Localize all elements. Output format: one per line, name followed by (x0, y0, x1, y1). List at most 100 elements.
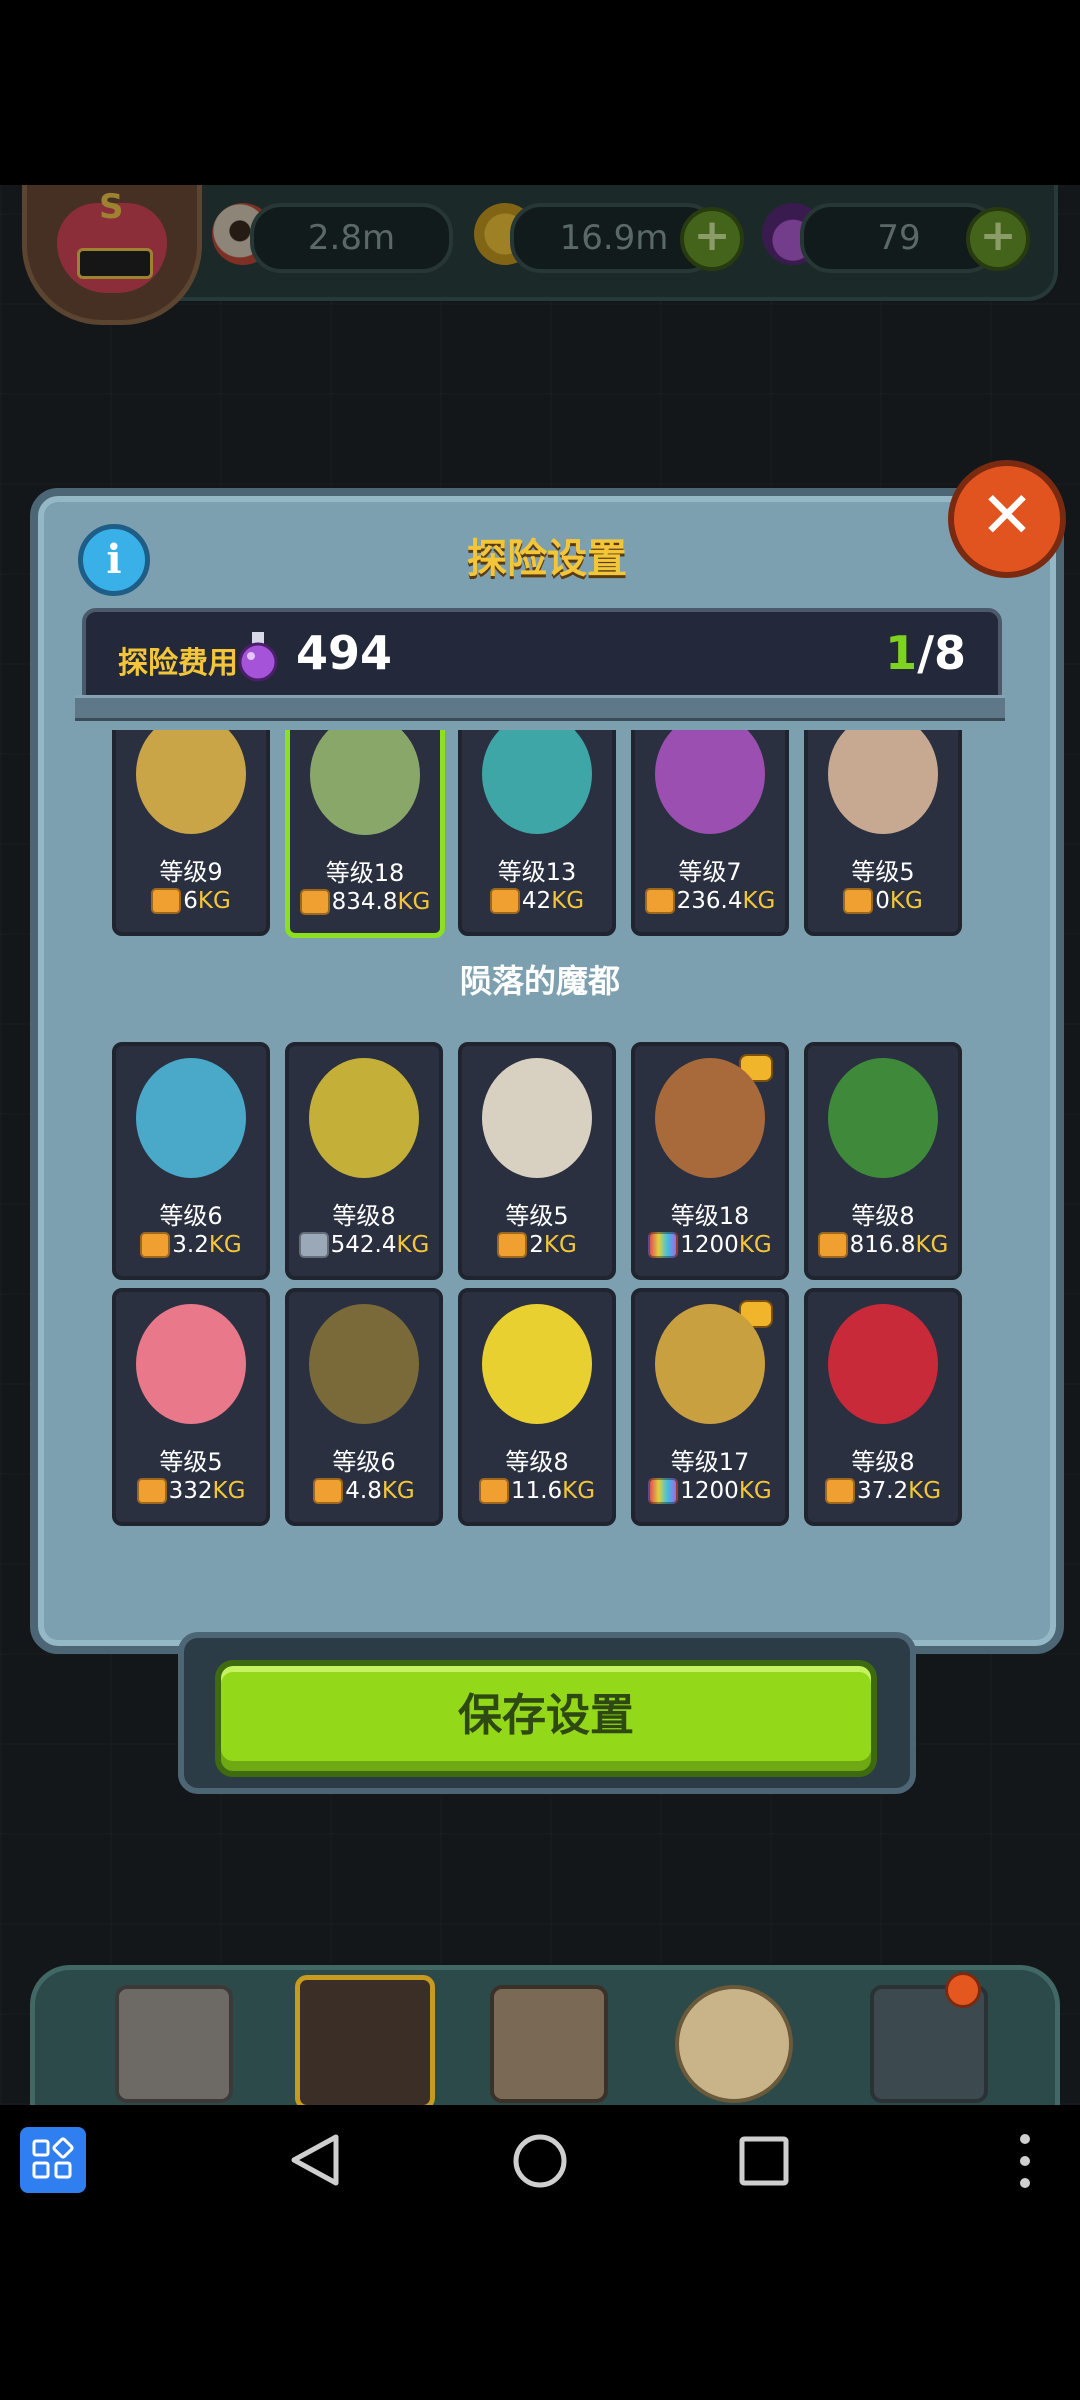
apps-icon[interactable] (20, 2127, 86, 2193)
monster-level: 等级5 (159, 1448, 223, 1476)
weight-value: 4.8 (345, 1478, 382, 1504)
monster-weight: 0KG (808, 888, 958, 914)
monster-card[interactable]: 等级17 1200KG (631, 1288, 789, 1526)
monster-portrait (482, 1304, 592, 1424)
monster-level: 等级18 (670, 1202, 750, 1230)
weight-value: 236.4 (676, 888, 743, 914)
weight-bag-icon (817, 1232, 848, 1258)
save-settings-button[interactable]: 保存设置 (215, 1660, 877, 1777)
monster-weight: 42KG (462, 888, 612, 914)
monster-portrait (655, 730, 765, 834)
monster-card[interactable]: 等级8 542.4KG (285, 1042, 443, 1280)
monster-portrait (655, 1304, 765, 1424)
monster-weight: 3.2KG (116, 1232, 266, 1258)
monster-portrait (136, 1304, 246, 1424)
weight-bag-icon (644, 888, 675, 914)
weight-unit: KG (381, 1478, 415, 1504)
monster-card[interactable]: 等级8 11.6KG (458, 1288, 616, 1526)
weight-bag-icon (151, 888, 182, 914)
weight-unit: KG (197, 888, 231, 914)
weight-value: 0 (875, 888, 890, 914)
recents-icon[interactable] (738, 2135, 790, 2187)
monster-level: 等级8 (851, 1202, 915, 1230)
weight-value: 542.4 (330, 1232, 397, 1258)
monster-weight: 332KG (116, 1478, 266, 1504)
monster-level: 等级7 (678, 858, 742, 886)
monster-card[interactable]: 等级5 0KG (804, 730, 962, 936)
weight-value: 816.8 (849, 1232, 916, 1258)
weight-unit: KG (562, 1478, 596, 1504)
monster-card[interactable]: 等级7 236.4KG (631, 730, 789, 936)
monster-card[interactable]: 等级6 3.2KG (112, 1042, 270, 1280)
weight-bag-icon (648, 1232, 679, 1258)
slots-total: /8 (917, 626, 966, 680)
weight-bag-icon (313, 1478, 344, 1504)
monster-card-selected[interactable]: 等级18 834.8KG (285, 730, 445, 938)
weight-bag-icon (478, 1478, 509, 1504)
dialog-title: 探险设置 (467, 536, 627, 582)
section-title: 陨落的魔都 (459, 962, 620, 1000)
monster-level: 等级17 (670, 1448, 750, 1476)
monster-weight: 542.4KG (289, 1232, 439, 1258)
monster-level: 等级5 (851, 858, 915, 886)
loot-bag-icon[interactable] (675, 1985, 793, 2103)
weight-bag-icon (299, 889, 330, 915)
monster-weight: 11.6KG (462, 1478, 612, 1504)
weight-unit: KG (397, 889, 431, 915)
book-icon[interactable] (490, 1985, 608, 2103)
monster-weight: 1200KG (635, 1478, 785, 1504)
weight-unit: KG (889, 888, 923, 914)
weight-value: 2 (529, 1232, 544, 1258)
monster-weight: 1200KG (635, 1232, 785, 1258)
monster-weight: 6KG (116, 888, 266, 914)
weight-unit: KG (208, 1232, 242, 1258)
more-icon[interactable] (1012, 2131, 1038, 2191)
monster-weight: 236.4KG (635, 888, 785, 914)
monster-level: 等级18 (325, 859, 405, 887)
expedition-cost-bar: 探险费用 494 1/8 (82, 608, 1002, 708)
monster-portrait (310, 730, 420, 835)
monster-portrait (136, 730, 246, 834)
weight-bag-icon (489, 888, 520, 914)
back-icon[interactable] (288, 2133, 342, 2187)
slot-count: 1/8 (885, 626, 966, 680)
cost-value: 494 (296, 626, 393, 680)
monster-card[interactable]: 等级5 2KG (458, 1042, 616, 1280)
monster-level: 等级5 (505, 1202, 569, 1230)
weight-unit: KG (742, 888, 776, 914)
weight-value: 42 (521, 888, 552, 914)
monster-portrait (309, 1058, 419, 1178)
weight-unit: KG (908, 1478, 942, 1504)
shop-icon[interactable] (115, 1985, 233, 2103)
monster-card[interactable]: 等级6 4.8KG (285, 1288, 443, 1526)
potion-icon (238, 632, 278, 682)
monster-level: 等级9 (159, 858, 223, 886)
monster-portrait (828, 1304, 938, 1424)
monster-weight: 2KG (462, 1232, 612, 1258)
monster-card[interactable]: 等级8 37.2KG (804, 1288, 962, 1526)
monster-list[interactable]: 等级9 6KG 等级18 834.8KG 等级13 42KG 等级7 236.4… (90, 730, 990, 1600)
weight-value: 332 (168, 1478, 213, 1504)
dungeon-icon[interactable] (295, 1975, 435, 2110)
weight-value: 1200 (680, 1232, 739, 1258)
monster-level: 等级6 (332, 1448, 396, 1476)
monster-card[interactable]: 等级18 1200KG (631, 1042, 789, 1280)
monster-portrait (482, 1058, 592, 1178)
home-icon[interactable] (512, 2133, 568, 2189)
monster-portrait (828, 1058, 938, 1178)
weight-value: 834.8 (331, 889, 398, 915)
monster-level: 等级8 (332, 1202, 396, 1230)
close-icon[interactable]: ✕ (948, 460, 1066, 578)
monster-level: 等级13 (497, 858, 577, 886)
monster-card[interactable]: 等级13 42KG (458, 730, 616, 936)
weight-value: 37.2 (856, 1478, 909, 1504)
weight-bag-icon (140, 1232, 171, 1258)
cost-label: 探险费用 (118, 646, 238, 681)
weight-unit: KG (396, 1232, 430, 1258)
monster-card[interactable]: 等级8 816.8KG (804, 1042, 962, 1280)
monster-weight: 834.8KG (290, 889, 440, 915)
monster-card[interactable]: 等级5 332KG (112, 1288, 270, 1526)
monster-card[interactable]: 等级9 6KG (112, 730, 270, 936)
slots-used: 1 (885, 626, 918, 680)
system-navigation-bar (0, 2105, 1080, 2215)
